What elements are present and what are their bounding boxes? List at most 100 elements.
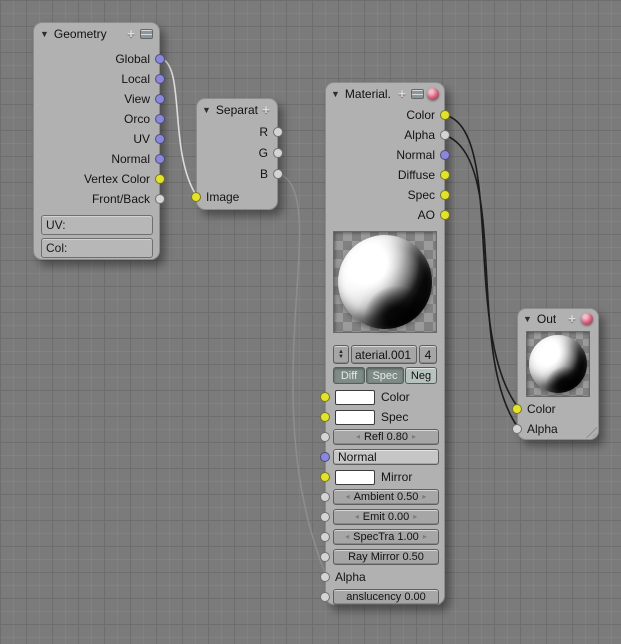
socket-label: Vertex Color (84, 172, 150, 186)
plus-icon[interactable]: + (125, 28, 137, 40)
slider-right-icon[interactable]: ▸ (422, 493, 426, 501)
slider-label: SpecTra 1.00 (353, 531, 419, 543)
node-material-header[interactable]: ▼ Material. + (326, 83, 444, 105)
output-socket-vertex-color[interactable] (155, 174, 165, 184)
vertex-color-layer-field[interactable]: Col: (41, 238, 153, 258)
output-socket-g[interactable] (273, 148, 283, 158)
output-socket-global[interactable] (155, 54, 165, 64)
node-geometry-header[interactable]: ▼ Geometry + (34, 23, 159, 45)
slider-left-icon[interactable]: ◂ (355, 513, 359, 521)
plus-icon[interactable]: + (396, 88, 408, 100)
color-swatch[interactable] (335, 390, 375, 405)
input-socket-alpha[interactable] (320, 572, 330, 582)
input-row-ray-mirror: Ray Mirror 0.50 (326, 547, 444, 567)
output-socket-color[interactable] (440, 110, 450, 120)
input-socket-ambient[interactable] (320, 492, 330, 502)
collapse-icon[interactable]: ▼ (202, 105, 211, 115)
output-socket-alpha[interactable] (440, 130, 450, 140)
ambient-slider[interactable]: ◂ Ambient 0.50 ▸ (333, 489, 439, 505)
slider-right-icon[interactable]: ▸ (413, 513, 417, 521)
output-preview-sphere (529, 335, 587, 393)
socket-label: R (259, 125, 268, 139)
node-material[interactable]: ▼ Material. + Color Alpha Normal Di (325, 82, 445, 605)
output-socket-b[interactable] (273, 169, 283, 179)
input-socket-alpha[interactable] (512, 424, 522, 434)
output-socket-normal[interactable] (155, 154, 165, 164)
translucency-slider[interactable]: anslucency 0.00 (333, 589, 439, 605)
node-output-header[interactable]: ▼ Out + (518, 309, 598, 329)
datablock-users-button[interactable]: 4 (419, 345, 437, 364)
link-separate-b-to-material-alpha[interactable] (278, 173, 325, 573)
link-material-alpha-to-out-alpha[interactable] (445, 135, 517, 426)
material-preview-icon[interactable] (427, 88, 439, 100)
socket-label: Global (115, 52, 150, 66)
output-socket-uv[interactable] (155, 134, 165, 144)
socket-label: Orco (124, 112, 150, 126)
link-material-color-to-out-color[interactable] (445, 115, 517, 406)
input-socket-emit[interactable] (320, 512, 330, 522)
input-socket-color[interactable] (320, 392, 330, 402)
input-socket-spec[interactable] (320, 412, 330, 422)
node-editor-canvas[interactable]: ▼ Geometry + Global Local View Orco (0, 0, 621, 644)
output-socket-front-back[interactable] (155, 194, 165, 204)
input-socket-image[interactable] (191, 192, 201, 202)
node-output[interactable]: ▼ Out + Color Alpha (517, 308, 599, 440)
toggle-spec[interactable]: Spec (366, 367, 404, 384)
input-socket-color[interactable] (512, 404, 522, 414)
plus-icon[interactable]: + (260, 104, 272, 116)
input-socket-refl[interactable] (320, 432, 330, 442)
toggle-diff[interactable]: Diff (333, 367, 365, 384)
slider-left-icon[interactable]: ◂ (356, 433, 360, 441)
ray-mirror-slider[interactable]: Ray Mirror 0.50 (333, 549, 439, 565)
datablock-browse-stepper[interactable]: ▲ ▼ (333, 345, 349, 364)
node-separate-header[interactable]: ▼ Separat + (197, 99, 277, 121)
input-socket-translucency[interactable] (320, 592, 330, 602)
input-row-mirror: Mirror (326, 467, 444, 487)
input-socket-normal[interactable] (320, 452, 330, 462)
slider-left-icon[interactable]: ◂ (345, 533, 349, 541)
output-socket-view[interactable] (155, 94, 165, 104)
link-geometry-global-to-separate-image[interactable] (160, 58, 196, 195)
input-socket-spectra[interactable] (320, 532, 330, 542)
output-socket-normal[interactable] (440, 150, 450, 160)
stepper-down-icon[interactable]: ▼ (338, 355, 344, 360)
plus-icon[interactable]: + (566, 313, 578, 325)
collapse-icon[interactable]: ▼ (523, 314, 532, 324)
output-socket-spec[interactable] (440, 190, 450, 200)
slider-label: anslucency 0.00 (346, 591, 426, 603)
output-socket-orco[interactable] (155, 114, 165, 124)
output-socket-diffuse[interactable] (440, 170, 450, 180)
input-socket-ray-mirror[interactable] (320, 552, 330, 562)
slider-right-icon[interactable]: ▸ (412, 433, 416, 441)
menu-icon[interactable] (140, 29, 153, 39)
normal-button[interactable]: Normal (333, 449, 439, 465)
input-row-emit: ◂ Emit 0.00 ▸ (326, 507, 444, 527)
refl-slider[interactable]: ◂ Refl 0.80 ▸ (333, 429, 439, 445)
slider-left-icon[interactable]: ◂ (346, 493, 350, 501)
socket-label: Local (121, 72, 150, 86)
socket-row-color: Color (326, 105, 444, 125)
output-socket-ao[interactable] (440, 210, 450, 220)
render-preview-icon[interactable] (581, 313, 593, 325)
emit-slider[interactable]: ◂ Emit 0.00 ▸ (333, 509, 439, 525)
socket-label: Color (406, 108, 435, 122)
collapse-icon[interactable]: ▼ (331, 89, 340, 99)
node-separate-rgb[interactable]: ▼ Separat + R G B Image (196, 98, 278, 210)
datablock-name-field[interactable]: aterial.001 (351, 345, 417, 364)
input-socket-mirror[interactable] (320, 472, 330, 482)
spectra-slider[interactable]: ◂ SpecTra 1.00 ▸ (333, 529, 439, 545)
input-row-normal: Normal (326, 447, 444, 467)
toggle-neg[interactable]: Neg (405, 367, 437, 384)
input-label: Mirror (381, 470, 412, 484)
spec-swatch[interactable] (335, 410, 375, 425)
socket-row-uv: UV (34, 129, 159, 149)
uv-layer-field[interactable]: UV: (41, 215, 153, 235)
menu-icon[interactable] (411, 89, 424, 99)
mirror-swatch[interactable] (335, 470, 375, 485)
output-socket-local[interactable] (155, 74, 165, 84)
collapse-icon[interactable]: ▼ (40, 29, 49, 39)
slider-right-icon[interactable]: ▸ (423, 533, 427, 541)
node-geometry[interactable]: ▼ Geometry + Global Local View Orco (33, 22, 160, 260)
socket-row-normal: Normal (326, 145, 444, 165)
output-socket-r[interactable] (273, 127, 283, 137)
